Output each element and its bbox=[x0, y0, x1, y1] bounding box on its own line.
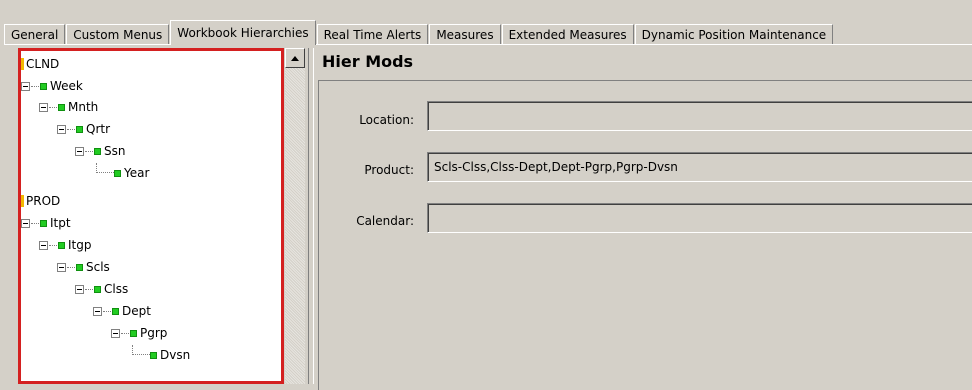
tree-connector bbox=[132, 345, 150, 355]
collapse-icon[interactable] bbox=[75, 146, 84, 156]
tab-dynamic-position-maintenance[interactable]: Dynamic Position Maintenance bbox=[634, 24, 834, 45]
tree-node-clss[interactable]: Clss bbox=[75, 279, 128, 299]
tab-extended-measures[interactable]: Extended Measures bbox=[501, 24, 634, 45]
dimension-node-icon bbox=[58, 241, 65, 249]
tree-node-label: PROD bbox=[26, 194, 61, 208]
pane-splitter[interactable] bbox=[308, 48, 314, 384]
location-field[interactable] bbox=[427, 101, 972, 131]
tree-root-clnd[interactable]: CLND bbox=[21, 54, 59, 74]
tree-node-itpt[interactable]: Itpt bbox=[21, 213, 71, 233]
tree-node-label: Dvsn bbox=[160, 348, 191, 362]
collapse-icon[interactable] bbox=[21, 218, 30, 228]
scroll-up-button[interactable] bbox=[285, 48, 305, 68]
tree-connector bbox=[103, 310, 111, 312]
tree-node-scls[interactable]: Scls bbox=[57, 257, 110, 277]
tree-root-prod[interactable]: PROD bbox=[21, 191, 60, 211]
tree-node-label: Itpt bbox=[50, 216, 71, 230]
collapse-icon[interactable] bbox=[39, 102, 48, 112]
tree-scrollbar[interactable] bbox=[285, 48, 305, 384]
dimension-node-icon bbox=[150, 351, 157, 359]
root-marker-icon bbox=[21, 195, 24, 207]
tree-node-year[interactable]: Year bbox=[96, 163, 149, 183]
dimension-node-icon bbox=[94, 285, 101, 293]
panel-title: Hier Mods bbox=[322, 52, 414, 71]
tab-custom-menus[interactable]: Custom Menus bbox=[66, 24, 170, 45]
location-label: Location: bbox=[359, 113, 414, 127]
tree-connector bbox=[121, 332, 129, 334]
tree-connector bbox=[31, 85, 39, 87]
tab-strip-divider bbox=[4, 44, 972, 45]
dimension-node-icon bbox=[58, 103, 65, 111]
workbook-settings-window: General Custom Menus Workbook Hierarchie… bbox=[0, 0, 972, 390]
tree-connector bbox=[96, 163, 114, 173]
tree-node-week[interactable]: Week bbox=[21, 76, 83, 96]
tree-connector bbox=[67, 128, 75, 130]
tree-node-label: Scls bbox=[86, 260, 110, 274]
collapse-icon[interactable] bbox=[57, 124, 66, 134]
tree-node-itgp[interactable]: Itgp bbox=[39, 235, 91, 255]
tab-strip: General Custom Menus Workbook Hierarchie… bbox=[4, 20, 972, 45]
tree-node-label: Pgrp bbox=[140, 326, 168, 340]
collapse-icon[interactable] bbox=[75, 284, 84, 294]
hierarchy-tree[interactable]: CLND Week Mnth Qrtr Ssn Year PROD Itpt I… bbox=[18, 48, 284, 384]
collapse-icon[interactable] bbox=[93, 306, 102, 316]
root-marker-icon bbox=[21, 58, 24, 70]
dimension-node-icon bbox=[40, 82, 47, 90]
tree-node-label: Clss bbox=[104, 282, 129, 296]
product-field[interactable]: Scls-Clss,Clss-Dept,Dept-Pgrp,Pgrp-Dvsn bbox=[427, 152, 972, 182]
dimension-node-icon bbox=[114, 169, 121, 177]
tree-node-label: Ssn bbox=[104, 144, 126, 158]
collapse-icon[interactable] bbox=[57, 262, 66, 272]
tree-connector bbox=[67, 266, 75, 268]
tree-node-ssn[interactable]: Ssn bbox=[75, 141, 125, 161]
tree-node-label: Dept bbox=[122, 304, 151, 318]
collapse-icon[interactable] bbox=[111, 328, 120, 338]
tree-node-label: Qrtr bbox=[86, 122, 111, 136]
tree-node-mnth[interactable]: Mnth bbox=[39, 97, 98, 117]
dimension-node-icon bbox=[76, 263, 83, 271]
tree-connector bbox=[31, 222, 39, 224]
tree-node-dvsn[interactable]: Dvsn bbox=[132, 345, 190, 365]
tree-node-pgrp[interactable]: Pgrp bbox=[111, 323, 167, 343]
collapse-icon[interactable] bbox=[21, 81, 30, 91]
calendar-label: Calendar: bbox=[356, 214, 414, 228]
tree-connector bbox=[85, 150, 93, 152]
tree-node-qrtr[interactable]: Qrtr bbox=[57, 119, 110, 139]
tree-node-label: Week bbox=[50, 79, 83, 93]
dimension-node-icon bbox=[130, 329, 137, 337]
dimension-node-icon bbox=[112, 307, 119, 315]
tab-real-time-alerts[interactable]: Real Time Alerts bbox=[316, 24, 429, 45]
tab-general[interactable]: General bbox=[4, 24, 66, 45]
tree-connector bbox=[49, 244, 57, 246]
tree-node-label: Year bbox=[124, 166, 150, 180]
calendar-field[interactable] bbox=[427, 203, 972, 233]
tree-node-label: CLND bbox=[26, 57, 60, 71]
tree-connector bbox=[49, 106, 57, 108]
tree-node-dept[interactable]: Dept bbox=[93, 301, 151, 321]
dimension-node-icon bbox=[40, 219, 47, 227]
dimension-node-icon bbox=[94, 147, 101, 155]
tree-node-label: Itgp bbox=[68, 238, 92, 252]
tree-node-label: Mnth bbox=[68, 100, 99, 114]
tab-workbook-hierarchies[interactable]: Workbook Hierarchies bbox=[170, 20, 316, 45]
tree-connector bbox=[85, 288, 93, 290]
product-label: Product: bbox=[364, 163, 414, 177]
tab-measures[interactable]: Measures bbox=[429, 24, 501, 45]
dimension-node-icon bbox=[76, 125, 83, 133]
arrow-up-icon bbox=[291, 55, 299, 61]
collapse-icon[interactable] bbox=[39, 240, 48, 250]
